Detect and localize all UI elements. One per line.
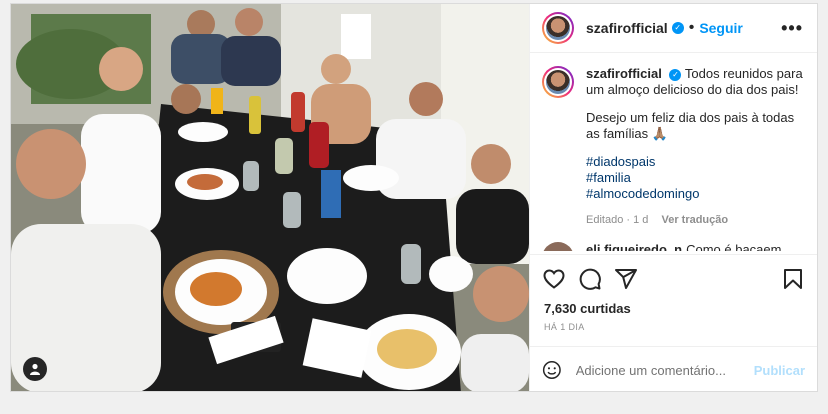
caption-text-line2: Desejo um feliz dia dos pais à todas as …	[586, 110, 795, 141]
like-count[interactable]: 7,630 curtidas	[544, 301, 631, 316]
post-header: szafirofficial ✓ • Seguir •••	[530, 4, 817, 53]
author-avatar[interactable]	[542, 12, 574, 44]
add-comment-bar: Publicar	[530, 346, 817, 393]
post-actions	[530, 254, 817, 303]
emoji-icon[interactable]	[542, 359, 562, 381]
commenter-username[interactable]: eli.figueiredo_n	[586, 242, 682, 251]
more-horizontal-icon[interactable]: •••	[781, 18, 803, 39]
post-caption: szafirofficial ✓ Todos reunidos para um …	[542, 66, 803, 228]
post-sidebar: szafirofficial ✓ • Seguir ••• szafiroffi…	[529, 4, 817, 391]
heart-icon[interactable]	[542, 267, 566, 291]
hashtag-link[interactable]: #diadospais	[586, 154, 803, 170]
post-age[interactable]: HÁ 1 DIA	[544, 322, 585, 332]
hashtag-link[interactable]: #familia	[586, 170, 803, 186]
comment-item: eli.figueiredo_n Como é bacaem	[542, 242, 781, 251]
follow-button[interactable]: Seguir	[699, 20, 743, 36]
comment-icon[interactable]	[578, 267, 602, 291]
caption-meta: Editado · 1 d Ver tradução	[586, 214, 729, 226]
post-photo[interactable]	[11, 4, 529, 391]
user-tag-icon	[30, 363, 40, 375]
edited-label: Editado	[586, 214, 624, 226]
verified-badge-icon: ✓	[671, 22, 684, 34]
hashtag-link[interactable]: #almocodedomingo	[586, 186, 803, 202]
instagram-post: szafirofficial ✓ • Seguir ••• szafiroffi…	[10, 3, 818, 392]
hashtags: #diadospais #familia #almocodedomingo	[586, 154, 803, 202]
family-lunch-photo	[11, 4, 529, 391]
verified-badge-icon: ✓	[669, 68, 682, 81]
bookmark-icon[interactable]	[781, 267, 805, 291]
caption-time[interactable]: 1 d	[633, 214, 648, 226]
separator-dot: •	[688, 19, 695, 36]
see-translation-button[interactable]: Ver tradução	[661, 214, 728, 226]
send-icon[interactable]	[614, 267, 638, 291]
publish-button[interactable]: Publicar	[754, 363, 805, 378]
tagged-users-button[interactable]	[23, 357, 47, 381]
author-username[interactable]: szafirofficial	[586, 20, 668, 36]
commenter-avatar[interactable]	[542, 242, 574, 251]
comment-text: Como é bacaem	[686, 242, 782, 251]
caption-avatar[interactable]	[542, 66, 574, 98]
comment-input[interactable]	[573, 361, 754, 379]
caption-username[interactable]: szafirofficial	[586, 66, 662, 81]
